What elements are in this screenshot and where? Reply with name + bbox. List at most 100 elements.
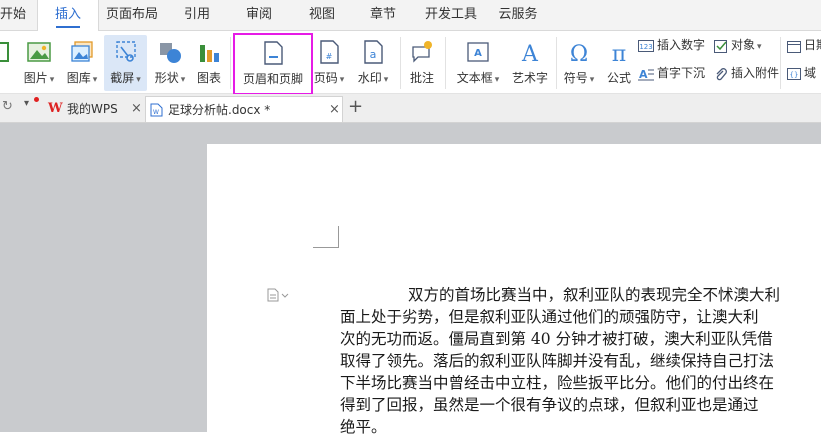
svg-text:123: 123 [639,43,652,51]
header-footer-button[interactable]: 页眉和页脚 [233,33,313,95]
menu-bar: 开始 插入 页面布局 引用 审阅 视图 章节 开发工具 云服务 [0,0,821,31]
svg-text:A: A [474,48,482,59]
tab-my-wps[interactable]: W 我的WPS × [46,96,142,122]
paragraph-menu-icon[interactable] [267,288,289,305]
paragraph-line: 次的无功而返。僵局直到第 40 分钟才被打破，澳大利亚队凭借 [340,330,773,348]
tab-home[interactable]: 开始 [0,0,26,30]
notification-dot-icon [34,97,39,102]
date-button[interactable]: 日期 [787,34,821,56]
tab-chapter[interactable]: 章节 [360,0,406,30]
watermark-label: 水印 [357,71,382,85]
svg-text:{}: {} [790,71,799,79]
insert-attachment-button[interactable]: 插入附件 [714,62,779,84]
scroll-tabs-icon[interactable]: ↻ [2,99,13,114]
scissors-icon [115,41,136,62]
shapes-label: 形状 [154,71,179,85]
wps-logo-icon: W [48,101,63,116]
wordart-icon: A [521,42,539,65]
tab-view[interactable]: 视图 [299,0,345,30]
svg-text:W: W [153,109,159,116]
field-button[interactable]: {} 域 [787,62,816,84]
paragraph-line: 下半场比赛当中曾经击中立柱，险些扳平比分。他们的付出终在 [340,374,775,392]
gallery-icon [71,41,93,62]
symbol-button[interactable]: Ω 符号 ▾ [559,35,599,91]
page-number-label: 页码 [313,71,338,85]
drop-cap-button[interactable]: A 首字下沉 [638,62,705,84]
new-tab-button[interactable]: + [348,96,363,117]
tab-my-wps-label: 我的WPS [67,102,118,116]
wordart-button[interactable]: A 艺术字 [509,35,551,91]
watermark-icon: a [364,40,383,64]
date-label: 日期 [804,38,821,52]
symbol-label: 符号 [563,71,588,85]
number-icon: 123 [638,39,654,52]
chart-button[interactable]: 图表 [193,35,225,91]
watermark-button[interactable]: a 水印 ▾ [352,35,394,91]
header-footer-label: 页眉和页脚 [242,72,303,86]
formula-label: 公式 [606,71,631,85]
ribbon-divider [400,37,401,89]
omega-icon: Ω [570,42,588,65]
document-icon: W [150,103,163,117]
paperclip-icon [716,67,727,80]
ribbon-divider [230,37,231,89]
formula-button[interactable]: π 公式 [604,35,634,91]
document-tab-strip: ↻ ▾ W 我的WPS × W 足球分析帖.docx * × + [0,94,821,123]
tab-review[interactable]: 审阅 [236,0,282,30]
table-icon [0,42,9,62]
shapes-button[interactable]: 形状 ▾ [150,35,190,91]
header-footer-icon [264,41,283,65]
textbox-button[interactable]: A 文本框 ▾ [453,35,503,91]
svg-text:π: π [612,42,626,65]
document-tab-label: 足球分析帖.docx * [168,103,271,117]
tab-document[interactable]: W 足球分析帖.docx * × [145,96,343,122]
field-label: 域 [804,66,817,80]
document-workspace: 双方的首场比赛当中，叙利亚队的表现完全不怵澳大利 面上处于劣势，但是叙利亚队通过… [0,123,821,436]
screenshot-label: 截屏 [110,71,135,85]
page-number-button[interactable]: # 页码 ▾ [312,35,346,91]
picture-button[interactable]: 图片 ▾ [20,35,58,91]
chart-label: 图表 [196,71,221,85]
tab-page-layout[interactable]: 页面布局 [100,0,164,30]
svg-text:A: A [521,42,539,65]
comment-label: 批注 [409,71,434,85]
insert-number-label: 插入数字 [657,38,706,52]
field-icon: {} [787,67,801,80]
tab-cloud[interactable]: 云服务 [492,0,544,30]
picture-label: 图片 [23,71,48,85]
paragraph-line: 双方的首场比赛当中，叙利亚队的表现完全不怵澳大利 [408,286,781,304]
gallery-label: 图库 [66,71,91,85]
drop-cap-icon: A [638,68,654,81]
paragraph-line: 得到了回报，虽然是一个很有争议的点球，但叙利亚也是通过 [340,396,759,414]
document-body-text[interactable]: 双方的首场比赛当中，叙利亚队的表现完全不怵澳大利 面上处于劣势，但是叙利亚队通过… [340,284,821,438]
ribbon-divider [780,37,781,89]
bar-chart-icon [200,45,219,62]
paragraph-line: 取得了领先。落后的叙利亚队阵脚并没有乱，继续保持自己打法 [340,352,775,370]
calendar-icon [787,40,801,53]
document-page[interactable]: 双方的首场比赛当中，叙利亚队的表现完全不怵澳大利 面上处于劣势，但是叙利亚队通过… [207,144,821,436]
blank-page-button[interactable] [0,35,10,91]
close-icon[interactable]: × [131,96,142,122]
page-number-icon: # [320,40,339,64]
svg-text:Ω: Ω [570,42,588,65]
drop-cap-label: 首字下沉 [657,66,706,80]
paragraph-line: 绝平。 [340,418,387,436]
close-icon[interactable]: × [329,97,340,123]
tab-insert[interactable]: 插入 [37,0,99,31]
insert-number-button[interactable]: 123 插入数字 [638,34,705,56]
textbox-label: 文本框 [456,71,493,85]
comment-button[interactable]: 批注 [405,35,439,91]
object-button[interactable]: 对象 ▾ [714,34,762,56]
tab-references[interactable]: 引用 [174,0,220,30]
gallery-button[interactable]: 图库 ▾ [62,35,102,91]
ribbon-toolbar: 图片 ▾ 图库 ▾ 截屏 ▾ 形状 ▾ 图表 页眉和页脚 # 页码 ▾ a 水印… [0,31,821,95]
svg-text:A: A [639,68,648,81]
ribbon-divider [445,37,446,89]
shapes-icon [160,43,181,63]
pi-icon: π [612,42,626,65]
paragraph-line: 面上处于劣势，但是叙利亚队通过他们的顽强防守，让澳大利 [340,308,759,326]
picture-icon [27,42,51,62]
tab-developer[interactable]: 开发工具 [419,0,483,30]
screenshot-button[interactable]: 截屏 ▾ [104,35,147,91]
tab-menu-icon[interactable]: ▾ [24,98,29,109]
